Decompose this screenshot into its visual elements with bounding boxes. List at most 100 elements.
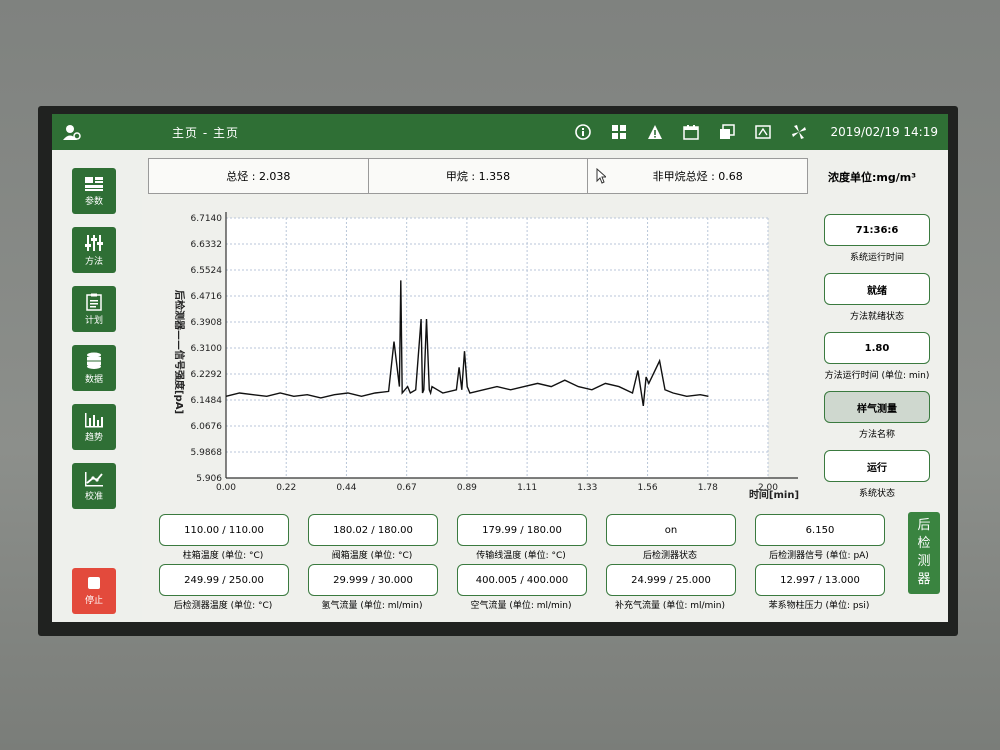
metric-label: 甲烷 <box>445 170 468 183</box>
status-caption: 方法名称 <box>858 430 895 440</box>
x-tick-label: 1.56 <box>638 483 658 493</box>
x-tick-label: 1.11 <box>517 483 537 493</box>
x-tick-label: 1.33 <box>577 483 597 493</box>
status-value: 样气测量 <box>824 391 930 423</box>
after-detector-button-char: 器 <box>917 572 931 587</box>
database-icon <box>87 352 101 369</box>
readout-caption: 后检测器温度 (单位: °C) <box>173 601 273 611</box>
y-tick-label: 6.0676 <box>191 422 223 432</box>
readout-value: 110.00 / 110.00 <box>159 514 289 546</box>
after-detector-button[interactable]: 后检测器 <box>908 512 940 594</box>
after-detector-button-char: 测 <box>917 554 931 569</box>
calendar-icon[interactable] <box>682 123 700 141</box>
status-caption: 方法运行时间 (单位: min) <box>824 371 930 381</box>
stop-button[interactable]: 停止 <box>72 568 116 614</box>
readout-value: 400.005 / 400.000 <box>457 564 587 596</box>
mouse-cursor-icon <box>596 168 607 184</box>
metric-value: 1.358 <box>478 169 511 183</box>
concentration-unit: 浓度单位:mg/m³ <box>828 171 917 184</box>
grid-icon[interactable] <box>610 123 628 141</box>
datetime: 2019/02/19 14:19 <box>830 125 938 139</box>
status-value: 1.80 <box>824 332 930 364</box>
readout-value: 24.999 / 25.000 <box>606 564 736 596</box>
metric-non-methane-hydrocarbons: 非甲烷总烃 : 0.68 <box>588 159 807 193</box>
bar-chart-icon <box>85 412 103 427</box>
chart-grid <box>225 217 769 479</box>
readout-caption: 苯系物柱压力 (单位: psi) <box>768 601 870 611</box>
metric-value: 0.68 <box>718 169 743 183</box>
metric-label: 总烃 <box>226 170 249 183</box>
sidebar: 参数 方法 计划 数据 趋势 校准 停止 <box>52 150 142 622</box>
sliders-icon <box>85 234 103 251</box>
y-tick-labels: 5.9065.98686.06766.14846.22926.31006.390… <box>191 214 223 484</box>
metric-value: 2.038 <box>258 169 291 183</box>
readout-value: 180.02 / 180.00 <box>308 514 438 546</box>
x-tick-label: 0.67 <box>397 483 417 493</box>
after-detector-button-char: 后 <box>917 518 931 533</box>
readout-caption: 氢气流量 (单位: ml/min) <box>321 601 423 611</box>
x-axis-label: 时间[min] <box>749 488 799 501</box>
status-caption: 方法就绪状态 <box>849 312 904 322</box>
fan-icon[interactable] <box>790 123 808 141</box>
page-title: 主页 - 主页 <box>172 125 239 140</box>
info-icon[interactable] <box>574 123 592 141</box>
window-icon[interactable] <box>718 123 736 141</box>
y-tick-label: 6.3908 <box>191 318 223 328</box>
y-tick-label: 5.9868 <box>191 448 223 458</box>
y-tick-label: 6.7140 <box>191 214 223 224</box>
parameters-icon <box>85 176 103 191</box>
y-tick-label: 6.1484 <box>191 396 223 406</box>
stop-icon <box>88 576 100 589</box>
y-tick-label: 6.6332 <box>191 240 223 250</box>
metric-methane: 甲烷 : 1.358 <box>369 159 589 193</box>
signal-chart: 5.9065.98686.06766.14846.22926.31006.390… <box>173 212 799 501</box>
sidebar-item-label: 参数 <box>84 196 103 207</box>
sidebar-item-label: 趋势 <box>84 432 103 443</box>
clipboard-icon <box>86 293 102 311</box>
readout-caption: 后检测器状态 <box>642 551 697 561</box>
metrics-bar: 总烃 : 2.038 甲烷 : 1.358 非甲烷总烃 : 0.68 <box>148 158 808 194</box>
user-settings-icon[interactable] <box>52 124 92 140</box>
readout-caption: 阀箱温度 (单位: °C) <box>331 551 413 561</box>
readout-value: 179.99 / 180.00 <box>457 514 587 546</box>
metric-total-hydrocarbons: 总烃 : 2.038 <box>149 159 369 193</box>
x-tick-label: 0.89 <box>457 483 477 493</box>
sidebar-item-label: 数据 <box>84 374 103 385</box>
sidebar-item-trend[interactable]: 趋势 <box>72 404 116 450</box>
top-bar: 主页 - 主页 2019/02/19 14:19 <box>52 114 948 150</box>
sidebar-item-label: 计划 <box>84 315 103 326</box>
status-value: 就绪 <box>824 273 930 305</box>
readout-caption: 传输线温度 (单位: °C) <box>476 551 566 561</box>
x-tick-labels: 0.00 0.22 0.44 0.67 0.89 1.11 1.33 1.56 1.78 2.00 <box>216 483 778 493</box>
sidebar-item-method[interactable]: 方法 <box>72 227 116 273</box>
y-axis-label: 后检测器——信号强度[pA] <box>173 290 186 414</box>
status-caption: 系统运行时间 <box>849 253 904 263</box>
status-value: 71:36:6 <box>824 214 930 246</box>
stop-label: 停止 <box>84 595 103 606</box>
screen: 主页 - 主页 2019/02/19 14:19 参数 方法 计划 数据 趋势 … <box>52 114 948 622</box>
status-caption: 系统状态 <box>858 489 895 499</box>
readout-value: 29.999 / 30.000 <box>308 564 438 596</box>
y-tick-label: 6.2292 <box>191 370 223 380</box>
status-value: 运行 <box>824 450 930 482</box>
sidebar-item-data[interactable]: 数据 <box>72 345 116 391</box>
sidebar-item-calibration[interactable]: 校准 <box>72 463 116 509</box>
x-tick-label: 0.44 <box>336 483 356 493</box>
readout-value: 6.150 <box>755 514 885 546</box>
readout-value: 12.997 / 13.000 <box>755 564 885 596</box>
y-tick-label: 6.3100 <box>191 344 223 354</box>
calibration-icon <box>85 471 103 486</box>
sidebar-item-parameters[interactable]: 参数 <box>72 168 116 214</box>
keyboard-icon[interactable] <box>754 123 772 141</box>
readout-caption: 补充气流量 (单位: ml/min) <box>614 601 726 611</box>
readout-caption: 后检测器信号 (单位: pA) <box>769 551 869 561</box>
metric-label: 非甲烷总烃 <box>652 170 708 183</box>
sidebar-item-label: 校准 <box>84 491 103 502</box>
readout-caption: 空气流量 (单位: ml/min) <box>470 601 572 611</box>
after-detector-button-char: 检 <box>917 536 931 551</box>
y-tick-label: 6.4716 <box>191 292 223 302</box>
readout-value: on <box>606 514 736 546</box>
x-tick-label: 0.22 <box>276 483 296 493</box>
sidebar-item-plan[interactable]: 计划 <box>72 286 116 332</box>
warning-icon[interactable] <box>646 123 664 141</box>
